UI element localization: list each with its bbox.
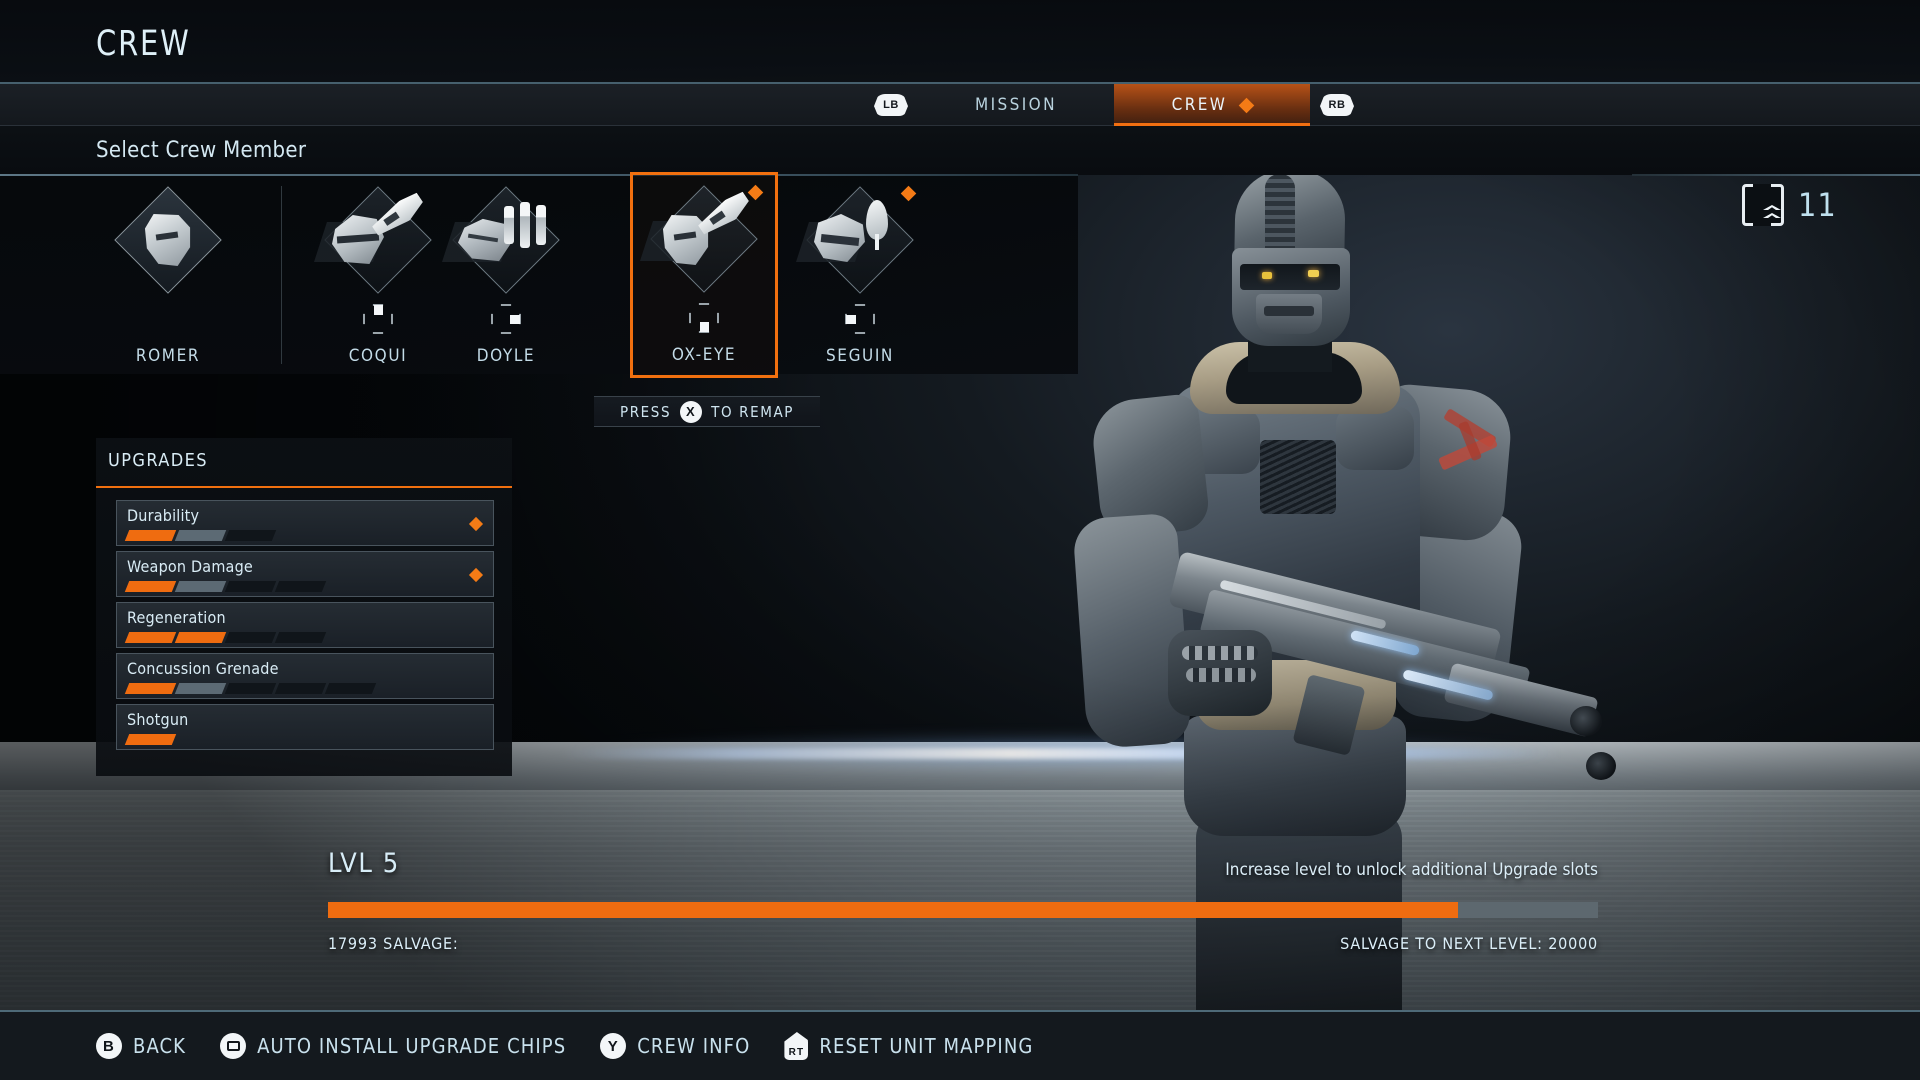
dpad-left-icon xyxy=(845,304,875,334)
upgrade-row-shotgun-pips xyxy=(124,734,483,745)
double-chevron-up-icon xyxy=(1742,184,1784,226)
view-button-icon xyxy=(220,1033,247,1059)
tab-mission-label: MISSION xyxy=(975,95,1057,115)
footer-action-auto-install-label: AUTO INSTALL UPGRADE CHIPS xyxy=(257,1034,567,1058)
upgrades-accent-rule xyxy=(96,486,512,488)
crew-card-coqui-label: COQUI xyxy=(348,346,408,366)
crew-card-seguin[interactable]: SEGUIN xyxy=(796,176,920,374)
rt-trigger-icon: RT xyxy=(784,1032,809,1060)
crew-card-coqui[interactable]: COQUI xyxy=(314,176,438,374)
sub-header: Select Crew Member xyxy=(0,126,1920,175)
crew-card-doyle-label: DOYLE xyxy=(476,346,536,366)
upgrades-title: UPGRADES xyxy=(108,450,208,471)
y-button-icon: Y xyxy=(600,1033,627,1059)
crew-card-ox-eye[interactable]: OX-EYE xyxy=(630,172,778,378)
left-bumper-icon[interactable]: LB xyxy=(874,94,908,116)
tab-crew-label: CREW xyxy=(1171,95,1228,115)
crew-icon-doyle xyxy=(442,186,560,294)
footer-action-reset-mapping-label: RESET UNIT MAPPING xyxy=(819,1034,1034,1058)
remap-prompt-prefix: PRESS xyxy=(619,402,672,421)
crew-icon-ox-eye xyxy=(640,185,758,293)
dpad-up-icon xyxy=(363,304,393,334)
tab-list: LB MISSION CREW RB xyxy=(864,84,1364,126)
right-bumper-icon[interactable]: RB xyxy=(1320,94,1354,116)
tab-bar: LB MISSION CREW RB xyxy=(0,84,1920,126)
crew-selector: ROMER COQUI DOYLE OX-EYE SEGUIN xyxy=(0,172,1078,378)
remap-prompt: PRESS X TO REMAP xyxy=(594,396,820,427)
select-crew-member-label: Select Crew Member xyxy=(96,138,307,163)
upgrades-panel: UPGRADES Durability Weapon Damage Regene… xyxy=(96,438,512,776)
upgrade-row-concussion-grenade-label: Concussion Grenade xyxy=(127,659,279,678)
upgrade-row-durability[interactable]: Durability xyxy=(116,500,494,546)
upgrade-row-shotgun[interactable]: Shotgun xyxy=(116,704,494,750)
upgrade-row-weapon-damage[interactable]: Weapon Damage xyxy=(116,551,494,597)
upgrades-list: Durability Weapon Damage Regeneration Co… xyxy=(116,500,494,755)
footer-action-back[interactable]: B BACK xyxy=(96,1033,186,1059)
upgrade-row-weapon-damage-pips xyxy=(124,581,483,592)
salvage-current: 17993 SALVAGE: xyxy=(328,934,459,953)
crew-card-ox-eye-label: OX-EYE xyxy=(671,345,737,365)
level-progress: LVL 5 Increase level to unlock additiona… xyxy=(328,848,1598,953)
upgrade-row-durability-pips xyxy=(124,530,483,541)
crew-icon-seguin xyxy=(796,186,914,294)
footer-action-bar: B BACK AUTO INSTALL UPGRADE CHIPS Y CREW… xyxy=(0,1010,1920,1080)
footer-action-crew-info-label: CREW INFO xyxy=(637,1034,751,1058)
x-button-icon[interactable]: X xyxy=(680,400,703,423)
upgrade-row-durability-label: Durability xyxy=(127,506,200,525)
footer-action-crew-info[interactable]: Y CREW INFO xyxy=(600,1033,750,1059)
crew-icon-romer xyxy=(114,186,222,294)
level-hint: Increase level to unlock additional Upgr… xyxy=(1225,860,1598,880)
dpad-right-icon xyxy=(491,304,521,334)
vials-icon xyxy=(504,202,548,250)
crew-card-romer[interactable]: ROMER xyxy=(108,176,228,374)
level-badge: 11 xyxy=(1738,175,1920,235)
upgrade-row-regeneration-label: Regeneration xyxy=(127,608,226,627)
crew-divider xyxy=(281,186,282,364)
upgrade-row-weapon-damage-label: Weapon Damage xyxy=(127,557,253,576)
crew-card-doyle[interactable]: DOYLE xyxy=(442,176,566,374)
footer-action-auto-install[interactable]: AUTO INSTALL UPGRADE CHIPS xyxy=(220,1033,566,1059)
b-button-icon: B xyxy=(96,1033,122,1059)
footer-action-back-label: BACK xyxy=(133,1034,187,1058)
crew-card-romer-label: ROMER xyxy=(135,346,201,366)
tab-crew-badge-icon xyxy=(1239,97,1255,113)
level-badge-value: 11 xyxy=(1798,186,1837,224)
salvage-to-next-level: SALVAGE TO NEXT LEVEL: 20000 xyxy=(1340,934,1598,953)
upgrade-row-concussion-grenade-pips xyxy=(124,683,483,694)
tab-crew[interactable]: CREW xyxy=(1114,84,1310,126)
footer-action-reset-mapping[interactable]: RT RESET UNIT MAPPING xyxy=(784,1032,1033,1060)
crew-card-seguin-label: SEGUIN xyxy=(826,346,894,366)
dart-icon xyxy=(856,200,900,252)
remap-prompt-suffix: TO REMAP xyxy=(711,402,795,421)
upgrade-row-regeneration[interactable]: Regeneration xyxy=(116,602,494,648)
level-progress-bar xyxy=(328,902,1598,918)
tab-mission[interactable]: MISSION xyxy=(918,84,1114,126)
level-progress-fill xyxy=(328,902,1459,918)
crew-icon-coqui xyxy=(314,186,432,294)
top-bar: CREW xyxy=(0,0,1920,84)
upgrade-row-shotgun-label: Shotgun xyxy=(127,710,189,729)
page-title: CREW xyxy=(96,24,191,64)
upgrade-row-regeneration-pips xyxy=(124,632,483,643)
dpad-down-icon xyxy=(689,303,719,333)
upgrade-row-concussion-grenade[interactable]: Concussion Grenade xyxy=(116,653,494,699)
